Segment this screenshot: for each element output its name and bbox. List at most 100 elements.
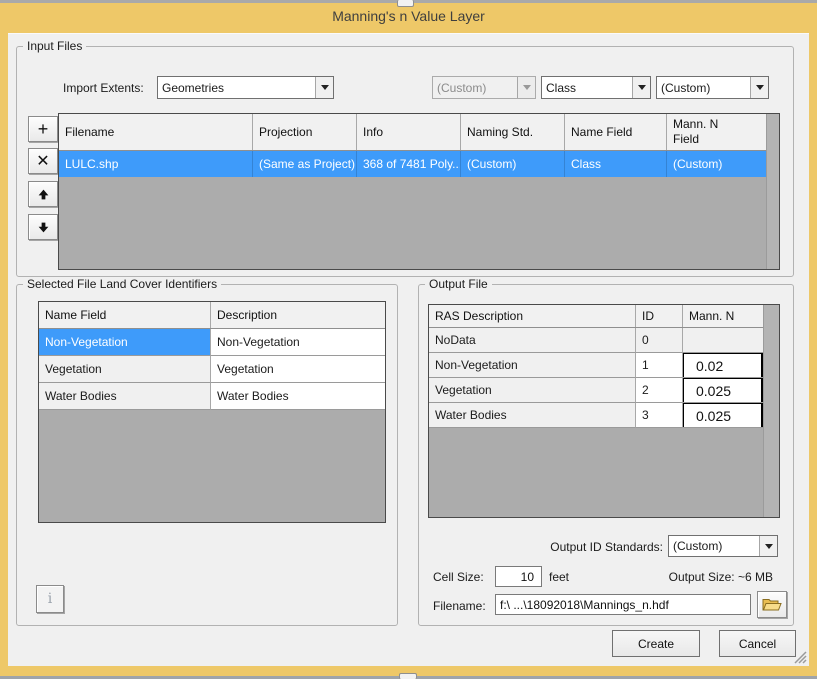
table-row[interactable]: Vegetation Vegetation (39, 356, 385, 383)
output-file-table: RAS Description ID Mann. N NoData 0 Non-… (428, 304, 780, 518)
info-icon: i (48, 591, 52, 607)
table-row[interactable]: NoData 0 (429, 328, 764, 353)
cell-ras-description: Non-Vegetation (429, 353, 636, 378)
output-id-standards-select[interactable]: (Custom) (668, 535, 778, 557)
mann-n-input[interactable]: 0.025 (683, 403, 763, 428)
cell-description: Water Bodies (211, 383, 385, 410)
output-file-group-label: Output File (425, 277, 492, 291)
cell-naming-std: (Custom) (461, 151, 565, 177)
cell-name-field: Water Bodies (39, 383, 211, 410)
cell-filename: LULC.shp (59, 151, 253, 177)
window-title: Manning's n Value Layer (0, 8, 817, 24)
cell-name-field: Class (565, 151, 667, 177)
col-header-name-field: Name Field (39, 302, 211, 328)
x-icon: ✕ (36, 151, 49, 171)
output-file-table-header: RAS Description ID Mann. N (429, 305, 764, 328)
col-header-filename: Filename (59, 114, 253, 150)
chevron-down-icon (315, 77, 333, 98)
table-row[interactable]: Non-Vegetation Non-Vegetation (39, 329, 385, 356)
table-scrollbar-track (763, 305, 779, 517)
window-drag-handle-top[interactable] (397, 0, 414, 7)
mann-n-input[interactable]: 0.02 (683, 353, 763, 378)
cell-mann-n-field: (Custom) (667, 151, 767, 177)
window-drag-handle-bottom[interactable] (399, 673, 417, 679)
cell-size-label: Cell Size: (433, 570, 484, 584)
cell-ras-description: NoData (429, 328, 636, 353)
land-cover-table-header: Name Field Description (39, 302, 385, 329)
naming-std-select-value: (Custom) (433, 77, 517, 98)
create-button-label: Create (638, 637, 674, 651)
table-row[interactable]: Water Bodies Water Bodies (39, 383, 385, 410)
cell-id: 0 (636, 328, 683, 353)
chevron-down-icon (750, 77, 768, 98)
col-header-mann-n-field: Mann. N Field (667, 114, 767, 150)
cancel-button-label: Cancel (739, 637, 776, 651)
mann-n-field-select-value: (Custom) (657, 77, 750, 98)
chevron-down-icon (759, 536, 777, 556)
move-up-button[interactable] (28, 181, 58, 207)
cell-info: 368 of 7481 Poly... (357, 151, 461, 177)
col-header-naming-std: Naming Std. (461, 114, 565, 150)
remove-file-button[interactable]: ✕ (28, 148, 58, 174)
resize-grip[interactable] (791, 648, 807, 664)
table-row[interactable]: Water Bodies 3 0.025 (429, 403, 764, 428)
cancel-button[interactable]: Cancel (719, 630, 796, 657)
name-field-select[interactable]: Class (541, 76, 651, 99)
input-files-group-label: Input Files (23, 39, 86, 53)
output-id-standards-value: (Custom) (669, 536, 759, 556)
filename-input[interactable] (495, 594, 751, 615)
name-field-select-value: Class (542, 77, 632, 98)
plus-icon: + (38, 119, 49, 140)
cell-mann-n: 0.025 (683, 378, 764, 403)
col-header-name-field: Name Field (565, 114, 667, 150)
arrow-down-icon (37, 221, 50, 234)
add-file-button[interactable]: + (28, 116, 58, 142)
resize-grip-icon (791, 648, 807, 664)
cell-ras-description: Vegetation (429, 378, 636, 403)
import-extents-label: Import Extents: (63, 81, 144, 95)
col-header-description: Description (211, 302, 385, 328)
cell-name-field: Non-Vegetation (39, 329, 211, 356)
cell-projection: (Same as Project) (253, 151, 357, 177)
mann-n-field-select[interactable]: (Custom) (656, 76, 769, 99)
mannings-dialog: { "window": { "title": "Manning's n Valu… (0, 0, 817, 679)
naming-std-select: (Custom) (432, 76, 536, 99)
import-extents-value: Geometries (158, 77, 315, 98)
input-files-table: Filename Projection Info Naming Std. Nam… (58, 113, 780, 270)
table-row[interactable]: Vegetation 2 0.025 (429, 378, 764, 403)
filename-label: Filename: (433, 599, 486, 613)
chevron-down-icon (632, 77, 650, 98)
cell-description: Non-Vegetation (211, 329, 385, 356)
chevron-down-icon (517, 77, 535, 98)
cell-description: Vegetation (211, 356, 385, 383)
land-cover-table: Name Field Description Non-Vegetation No… (38, 301, 386, 523)
land-cover-group-label: Selected File Land Cover Identifiers (23, 277, 221, 291)
import-extents-select[interactable]: Geometries (157, 76, 334, 99)
table-scrollbar-track (766, 114, 779, 269)
cell-name-field: Vegetation (39, 356, 211, 383)
cell-mann-n (683, 328, 764, 353)
cell-id: 3 (636, 403, 683, 428)
col-header-projection: Projection (253, 114, 357, 150)
output-id-standards-label: Output ID Standards: (508, 540, 663, 554)
table-row[interactable]: LULC.shp (Same as Project) 368 of 7481 P… (59, 151, 767, 177)
browse-folder-button[interactable] (757, 591, 787, 618)
cell-mann-n: 0.025 (683, 403, 764, 428)
arrow-up-icon (37, 188, 50, 201)
cell-size-input[interactable] (495, 566, 542, 587)
col-header-ras-description: RAS Description (429, 305, 636, 327)
dialog-body: Input Files Import Extents: Geometries (… (8, 33, 809, 666)
col-header-id: ID (636, 305, 683, 327)
info-button[interactable]: i (36, 585, 64, 613)
mann-n-input[interactable]: 0.025 (683, 378, 763, 403)
col-header-info: Info (357, 114, 461, 150)
create-button[interactable]: Create (612, 630, 700, 657)
table-row[interactable]: Non-Vegetation 1 0.02 (429, 353, 764, 378)
cell-id: 1 (636, 353, 683, 378)
cell-id: 2 (636, 378, 683, 403)
move-down-button[interactable] (28, 214, 58, 240)
input-files-table-header: Filename Projection Info Naming Std. Nam… (59, 114, 767, 151)
cell-mann-n: 0.02 (683, 353, 764, 378)
cell-ras-description: Water Bodies (429, 403, 636, 428)
open-folder-icon (762, 597, 782, 612)
